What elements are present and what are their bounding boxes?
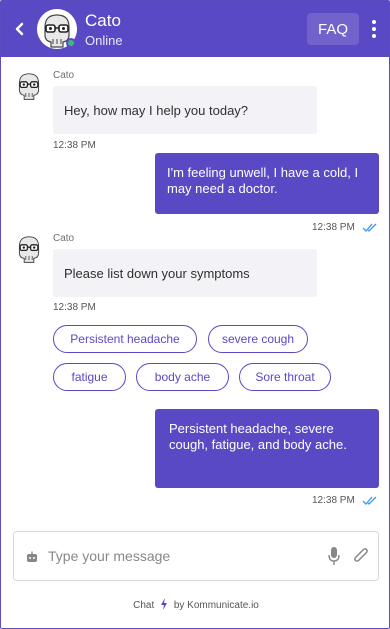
double-check-icon <box>362 496 377 505</box>
online-indicator <box>66 38 76 48</box>
mic-icon[interactable] <box>327 546 341 566</box>
quick-reply-persistent-headache[interactable]: Persistent headache <box>53 325 197 353</box>
message-time: 12:38 PM <box>312 222 355 233</box>
bot-icon <box>27 551 37 562</box>
quick-reply-severe-cough[interactable]: severe cough <box>208 325 308 353</box>
chat-header: Cato Online FAQ <box>1 1 389 57</box>
avatar-icon <box>18 73 40 100</box>
powered-prefix: Chat <box>133 600 155 611</box>
message-input[interactable] <box>48 540 308 572</box>
outgoing-message: I'm feeling unwell, I have a cold, I may… <box>155 153 379 214</box>
kebab-menu-icon[interactable] <box>366 17 382 41</box>
bolt-icon <box>161 598 168 610</box>
bot-avatar-small <box>13 232 45 264</box>
message-composer <box>13 531 379 581</box>
outgoing-message: Persistent headache, severe cough, fatig… <box>155 409 379 488</box>
message-time: 12:38 PM <box>312 495 355 506</box>
quick-reply-body-ache[interactable]: body ache <box>136 363 229 391</box>
double-check-icon <box>362 223 377 232</box>
back-icon[interactable] <box>11 19 29 39</box>
message-sender: Cato <box>53 70 75 81</box>
message-sender: Cato <box>53 233 75 244</box>
paperclip-icon[interactable] <box>352 546 370 566</box>
avatar-icon <box>18 236 40 263</box>
incoming-message: Hey, how may I help you today? <box>53 86 317 134</box>
powered-by: Chat by Kommunicate.io <box>1 598 389 611</box>
message-time: 12:38 PM <box>53 140 96 151</box>
bot-avatar-small <box>13 69 45 101</box>
chat-widget: Cato Online FAQ Cato Hey, how may I help… <box>0 0 390 629</box>
bot-status: Online <box>85 33 123 48</box>
faq-button[interactable]: FAQ <box>307 13 359 45</box>
incoming-message: Please list down your symptoms <box>53 249 317 297</box>
quick-reply-sore-throat[interactable]: Sore throat <box>239 363 331 391</box>
powered-suffix[interactable]: by Kommunicate.io <box>174 600 259 611</box>
bot-name: Cato <box>85 11 121 30</box>
message-time: 12:38 PM <box>53 302 96 313</box>
quick-reply-fatigue[interactable]: fatigue <box>53 363 126 391</box>
